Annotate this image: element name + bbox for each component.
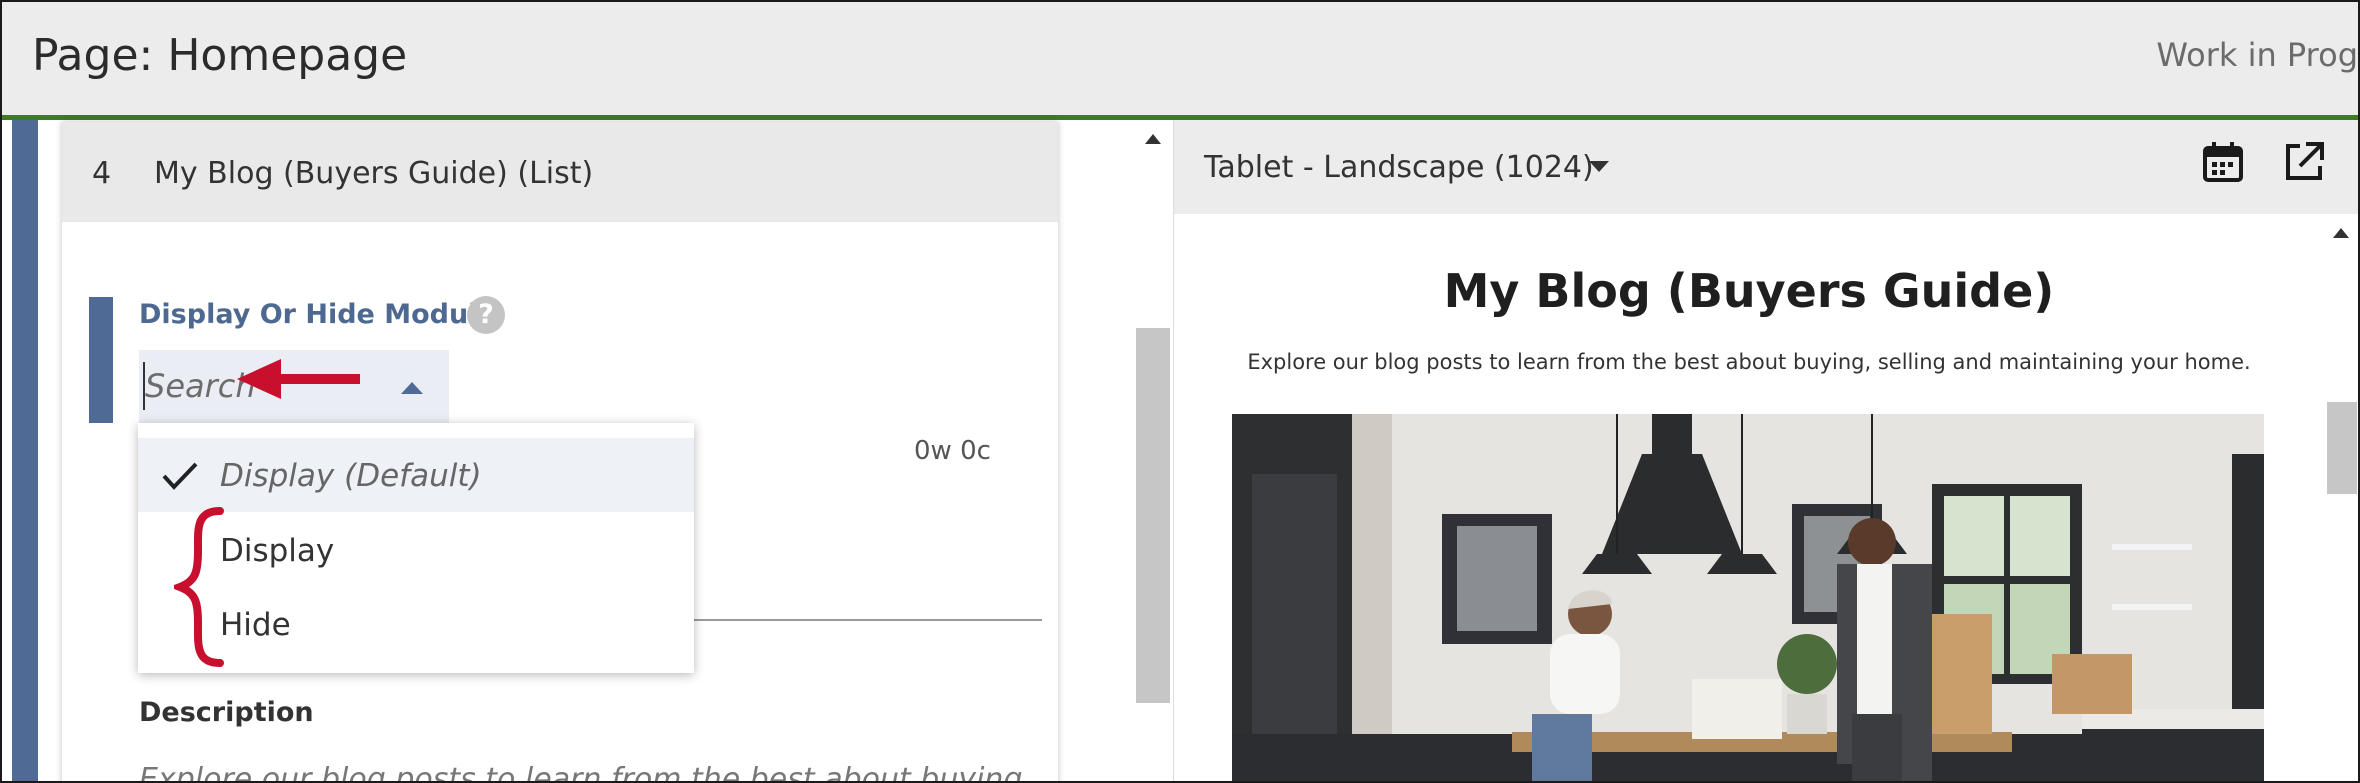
red-arrow-annotation <box>237 359 360 399</box>
question-circle-icon[interactable]: ? <box>467 296 505 334</box>
external-link-icon[interactable] <box>2282 140 2326 184</box>
preview-scrollbar[interactable] <box>2323 214 2358 781</box>
app-window: Page: Homepage Work in Prog 4 My Blog (B… <box>0 0 2360 783</box>
character-counter: 0w 0c <box>914 436 991 466</box>
scroll-up-icon[interactable] <box>2333 228 2349 238</box>
field-underline <box>692 619 1042 621</box>
page-title: Page: Homepage <box>32 30 408 81</box>
scrollbar-thumb[interactable] <box>1136 328 1170 703</box>
module-number: 4 <box>92 156 112 191</box>
field-label: Display Or Hide Module <box>139 299 496 330</box>
preview-toolbar: Tablet - Landscape (1024) <box>1173 120 2358 214</box>
red-brace-annotation <box>174 507 224 667</box>
scrollbar-thumb[interactable] <box>2327 402 2357 494</box>
preview-title: My Blog (Buyers Guide) <box>1443 264 2055 318</box>
blog-hero-image <box>1232 414 2264 781</box>
page-preview: My Blog (Buyers Guide) Explore our blog … <box>1173 214 2358 781</box>
page-header: Page: Homepage Work in Prog <box>2 2 2358 120</box>
caret-up-icon[interactable] <box>401 382 423 394</box>
module-header[interactable]: 4 My Blog (Buyers Guide) (List) <box>62 122 1058 222</box>
dropdown-option-display-default[interactable]: Display (Default) <box>138 438 694 512</box>
scroll-up-icon[interactable] <box>1145 134 1161 144</box>
check-icon <box>162 462 198 490</box>
option-label: Display (Default) <box>220 458 482 494</box>
option-label: Display <box>220 533 335 569</box>
description-label: Description <box>139 697 314 728</box>
workflow-status: Work in Prog <box>2156 36 2358 74</box>
caret-down-icon[interactable] <box>1589 161 1609 172</box>
editor-scrollbar[interactable] <box>1136 120 1172 781</box>
device-selector[interactable]: Tablet - Landscape (1024) <box>1204 150 1594 185</box>
option-label: Hide <box>220 607 291 643</box>
preview-subtitle: Explore our blog posts to learn from the… <box>1247 350 2251 374</box>
editor-accent-bar <box>12 120 38 781</box>
module-name: My Blog (Buyers Guide) (List) <box>154 156 594 191</box>
field-focus-bar <box>89 297 113 423</box>
calendar-icon[interactable] <box>2201 140 2245 184</box>
description-text[interactable]: Explore our blog posts to learn from the… <box>139 762 1023 781</box>
